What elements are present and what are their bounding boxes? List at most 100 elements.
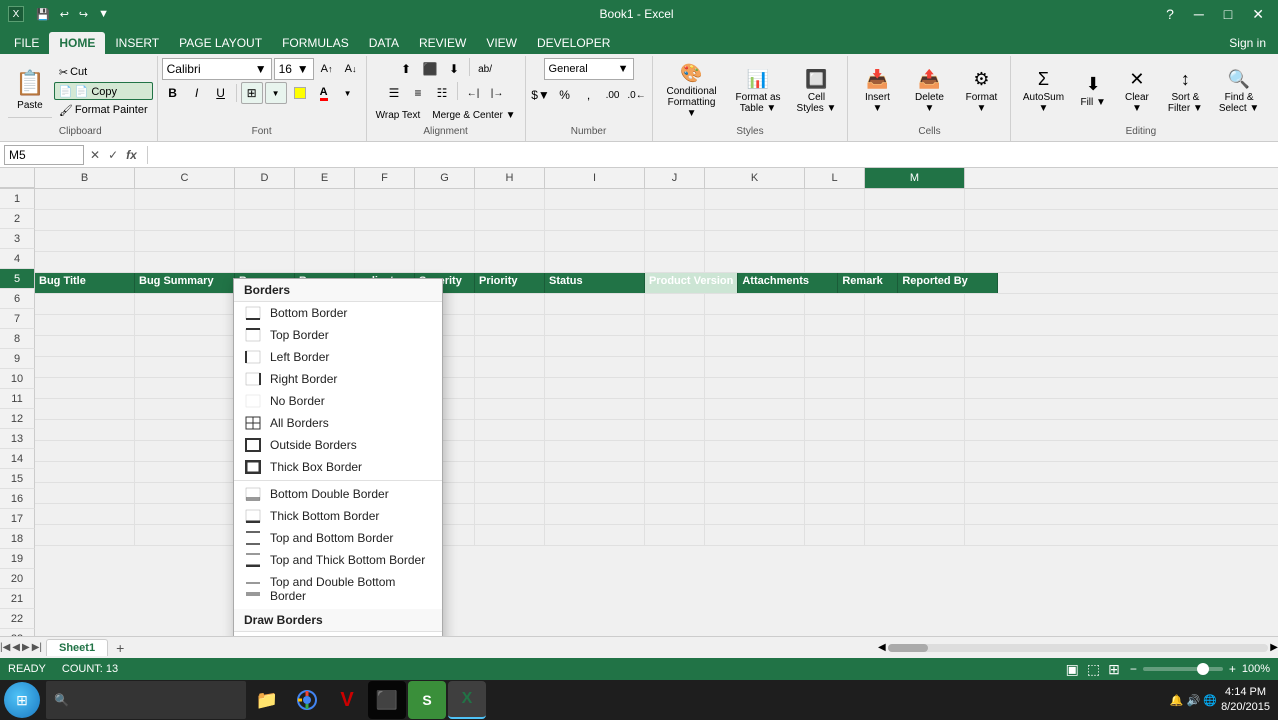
cell[interactable]	[415, 231, 475, 251]
row-num-19[interactable]: 19	[0, 549, 35, 569]
top-border-item[interactable]: Top Border	[234, 324, 442, 346]
header-cell-priority[interactable]: Priority	[475, 273, 545, 293]
h-scroll-left[interactable]: ◀	[878, 642, 886, 653]
name-box[interactable]	[4, 145, 84, 165]
underline-button[interactable]: U	[210, 82, 232, 104]
row-num-8[interactable]: 8	[0, 329, 35, 349]
sheet-nav-first[interactable]: |◀	[0, 642, 10, 653]
col-header-e[interactable]: E	[295, 168, 355, 188]
format-as-table-button[interactable]: 📊 Format asTable ▼	[729, 62, 788, 120]
right-border-item[interactable]: Right Border	[234, 368, 442, 390]
row-num-13[interactable]: 13	[0, 429, 35, 449]
cell[interactable]	[865, 231, 965, 251]
all-borders-item[interactable]: All Borders	[234, 412, 442, 434]
row-num-1[interactable]: 1	[0, 189, 35, 209]
zoom-out-button[interactable]: −	[1128, 662, 1139, 676]
cell[interactable]	[35, 294, 135, 314]
italic-button[interactable]: I	[186, 82, 208, 104]
clear-button[interactable]: ✕ Clear ▼	[1115, 62, 1159, 120]
taskbar-terminal[interactable]: ⬛	[368, 681, 406, 719]
tab-insert[interactable]: INSERT	[105, 32, 169, 54]
cell-styles-button[interactable]: 🔲 CellStyles ▼	[790, 62, 844, 120]
row-num-10[interactable]: 10	[0, 369, 35, 389]
formula-enter-btn[interactable]: ✓	[106, 148, 120, 162]
left-border-item[interactable]: Left Border	[234, 346, 442, 368]
header-cell-status[interactable]: Status	[545, 273, 645, 293]
tab-review[interactable]: REVIEW	[409, 32, 476, 54]
col-header-l[interactable]: L	[805, 168, 865, 188]
cell[interactable]	[805, 231, 865, 251]
taskbar-search[interactable]: 🔍	[46, 681, 246, 719]
tab-developer[interactable]: DEVELOPER	[527, 32, 620, 54]
cell[interactable]	[235, 231, 295, 251]
copy-button[interactable]: 📄 📄 Copy	[54, 82, 153, 100]
cell[interactable]	[545, 189, 645, 209]
cell[interactable]	[865, 252, 965, 272]
cell[interactable]	[705, 189, 805, 209]
taskbar-chrome[interactable]	[288, 681, 326, 719]
zoom-slider[interactable]	[1143, 667, 1223, 671]
sign-in-link[interactable]: Sign in	[1221, 32, 1274, 54]
paste-button[interactable]: 📋 Paste	[8, 64, 52, 116]
taskbar-green-app[interactable]: S	[408, 681, 446, 719]
cell[interactable]	[35, 189, 135, 209]
view-break-button[interactable]: ⊞	[1108, 661, 1120, 678]
header-cell-reported[interactable]: Reported By	[898, 273, 998, 293]
cell[interactable]	[415, 252, 475, 272]
cell[interactable]	[235, 252, 295, 272]
cell[interactable]	[35, 231, 135, 251]
cell[interactable]	[35, 252, 135, 272]
tab-page-layout[interactable]: PAGE LAYOUT	[169, 32, 272, 54]
row-num-14[interactable]: 14	[0, 449, 35, 469]
tab-formulas[interactable]: FORMULAS	[272, 32, 359, 54]
cell[interactable]	[865, 210, 965, 230]
cell[interactable]	[135, 252, 235, 272]
top-thick-bottom-border-item[interactable]: Top and Thick Bottom Border	[234, 549, 442, 571]
col-header-d[interactable]: D	[235, 168, 295, 188]
row-num-12[interactable]: 12	[0, 409, 35, 429]
cell[interactable]	[805, 252, 865, 272]
fill-button[interactable]: ⬇ Fill ▼	[1073, 62, 1112, 120]
row-num-21[interactable]: 21	[0, 589, 35, 609]
sheet-nav-next[interactable]: ▶	[22, 642, 30, 653]
col-header-k[interactable]: K	[705, 168, 805, 188]
wrap-text-button[interactable]: Wrap Text	[371, 106, 426, 124]
cell[interactable]	[545, 252, 645, 272]
insert-button[interactable]: 📥 Insert ▼	[852, 62, 902, 120]
no-border-item[interactable]: No Border	[234, 390, 442, 412]
autosum-button[interactable]: Σ AutoSum ▼	[1015, 62, 1071, 120]
tab-view[interactable]: VIEW	[476, 32, 527, 54]
borders-button[interactable]: ⊞	[241, 82, 263, 104]
align-left-button[interactable]: ☰	[383, 82, 405, 104]
redo-button[interactable]: ↪	[75, 6, 92, 23]
cell[interactable]	[645, 189, 705, 209]
format-painter-button[interactable]: 🖌 Format Painter	[54, 101, 153, 119]
outside-borders-item[interactable]: Outside Borders	[234, 434, 442, 456]
top-bottom-border-item[interactable]: Top and Bottom Border	[234, 527, 442, 549]
taskbar-red-app[interactable]: V	[328, 681, 366, 719]
header-cell-attach[interactable]: Attachments	[738, 273, 838, 293]
increase-decimal-button[interactable]: .00	[602, 84, 624, 106]
bottom-double-border-item[interactable]: Bottom Double Border	[234, 483, 442, 505]
minimize-button[interactable]: ─	[1188, 4, 1210, 24]
col-header-c[interactable]: C	[135, 168, 235, 188]
orientation-button[interactable]: ab/	[474, 58, 496, 80]
fill-color-button[interactable]	[289, 82, 311, 104]
row-num-7[interactable]: 7	[0, 309, 35, 329]
bold-button[interactable]: B	[162, 82, 184, 104]
qat-dropdown[interactable]: ▼	[94, 6, 113, 22]
cell[interactable]	[295, 252, 355, 272]
cell[interactable]	[295, 210, 355, 230]
comma-button[interactable]: ,	[578, 84, 600, 106]
row-num-17[interactable]: 17	[0, 509, 35, 529]
format-button[interactable]: ⚙ Format ▼	[956, 62, 1006, 120]
font-size-select[interactable]: 16▼	[274, 58, 314, 80]
cell[interactable]	[355, 210, 415, 230]
font-name-select[interactable]: Calibri▼	[162, 58, 272, 80]
align-middle-button[interactable]: ⬛	[419, 58, 441, 80]
row-num-3[interactable]: 3	[0, 229, 35, 249]
row-num-22[interactable]: 22	[0, 609, 35, 629]
draw-border-item[interactable]: ✏ Draw Border	[234, 632, 442, 636]
tab-file[interactable]: FILE	[4, 32, 49, 54]
thick-bottom-border-item[interactable]: Thick Bottom Border	[234, 505, 442, 527]
